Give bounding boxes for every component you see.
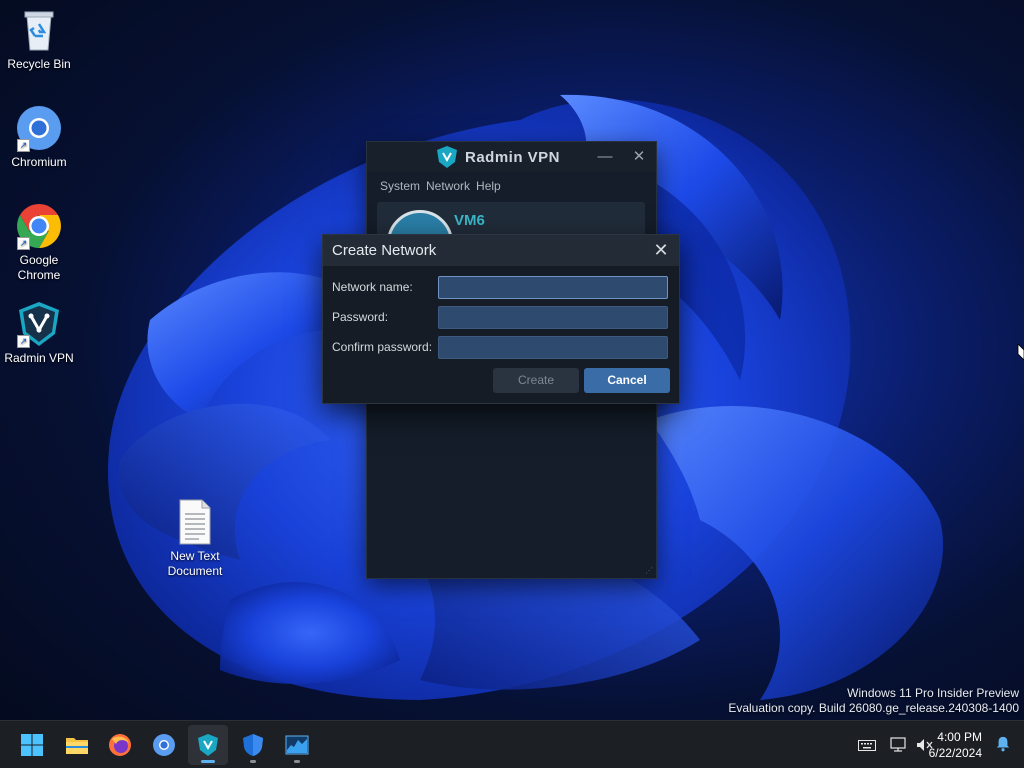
confirm-password-label: Confirm password: (332, 340, 433, 354)
taskbar-resource-monitor[interactable] (277, 725, 317, 765)
watermark-line-2: Evaluation copy. Build 26080.ge_release.… (728, 701, 1019, 715)
network-name-input[interactable] (438, 276, 668, 299)
desktop-icon-chromium[interactable]: ↗ Chromium (0, 104, 78, 170)
notification-bell-icon[interactable] (994, 736, 1012, 752)
active-indicator (201, 760, 215, 763)
confirm-password-row: Confirm password: (332, 336, 670, 360)
taskbar-firefox[interactable] (100, 725, 140, 765)
dialog-title: Create Network (332, 242, 437, 259)
keyboard-icon[interactable] (858, 737, 876, 753)
dialog-close-button[interactable]: ✕ (651, 239, 671, 261)
watermark-line-1: Windows 11 Pro Insider Preview (847, 686, 1019, 700)
firefox-icon (109, 734, 131, 756)
taskbar-clock[interactable]: 4:00 PM 6/22/2024 (929, 729, 982, 761)
desktop-icon-label: Chromium (11, 155, 67, 169)
clock-date: 6/22/2024 (928, 746, 982, 760)
running-indicator (294, 760, 300, 763)
resource-monitor-icon (285, 735, 309, 755)
clock-time: 4:00 PM (937, 730, 982, 744)
mouse-cursor-icon (1017, 344, 1024, 360)
password-label: Password: (332, 310, 389, 324)
taskbar-windows-security[interactable] (233, 725, 273, 765)
chromium-icon: ↗ (15, 104, 63, 152)
radmin-title: Radmin VPN (465, 148, 561, 166)
radmin-titlebar[interactable]: Radmin VPN — ✕ (367, 142, 656, 172)
start-icon (21, 734, 43, 756)
running-indicator (250, 760, 256, 763)
taskbar: 4:00 PM 6/22/2024 (0, 720, 1024, 768)
taskbar-radmin-vpn[interactable] (188, 725, 228, 765)
text-document-icon (171, 498, 219, 546)
desktop-icon-label: New Text Document (167, 549, 223, 578)
menu-help[interactable]: Help (476, 179, 501, 193)
close-button[interactable]: ✕ (627, 146, 651, 168)
taskbar-file-explorer[interactable] (57, 725, 97, 765)
create-button[interactable]: Create (493, 368, 579, 393)
desktop-icon-recycle-bin[interactable]: Recycle Bin (0, 6, 78, 72)
dialog-titlebar[interactable]: Create Network ✕ (323, 235, 679, 266)
password-input[interactable] (438, 306, 668, 329)
resize-grip-icon[interactable]: ⋰ (645, 567, 653, 575)
taskbar-chromium[interactable] (144, 725, 184, 765)
file-explorer-icon (66, 738, 88, 754)
network-icon[interactable] (890, 737, 908, 753)
desktop-icon-google-chrome[interactable]: ↗ Google Chrome (0, 202, 78, 283)
recycle-bin-icon (15, 6, 63, 54)
desktop-icon-new-text-document[interactable]: New Text Document (156, 498, 234, 579)
desktop-icon-label: Recycle Bin (7, 57, 71, 71)
chromium-icon (153, 734, 175, 756)
cancel-button[interactable]: Cancel (584, 368, 670, 393)
windows-security-icon (243, 734, 263, 756)
confirm-password-input[interactable] (438, 336, 668, 359)
desktop: Recycle Bin ↗ Chromium ↗ Google Chrome ↗… (0, 0, 1024, 768)
minimize-button[interactable]: — (593, 146, 617, 168)
system-tray: 4:00 PM 6/22/2024 (824, 721, 1024, 768)
desktop-icon-radmin-vpn[interactable]: ↗ Radmin VPN (0, 300, 78, 366)
create-network-dialog: Create Network ✕ Network name: Password:… (323, 235, 679, 403)
password-row: Password: (332, 306, 670, 330)
network-name-row: Network name: (332, 276, 670, 300)
network-name: VM6 (454, 212, 485, 229)
radmin-vpn-icon: ↗ (15, 300, 63, 348)
radmin-logo: Radmin VPN (435, 145, 560, 169)
desktop-icon-label: Google Chrome (17, 253, 61, 282)
shortcut-arrow-icon: ↗ (17, 237, 30, 250)
desktop-icon-label: Radmin VPN (4, 351, 74, 365)
menu-system[interactable]: System (380, 179, 420, 193)
menu-network[interactable]: Network (426, 179, 470, 193)
radmin-menubar: System Network Help (367, 172, 656, 200)
radmin-logo-icon (437, 146, 457, 168)
radmin-vpn-icon (198, 734, 218, 756)
shortcut-arrow-icon: ↗ (17, 139, 30, 152)
google-chrome-icon: ↗ (15, 202, 63, 250)
network-name-label: Network name: (332, 280, 413, 294)
start-button[interactable] (12, 725, 52, 765)
shortcut-arrow-icon: ↗ (17, 335, 30, 348)
windows-watermark: Windows 11 Pro Insider Preview Evaluatio… (728, 686, 1019, 716)
